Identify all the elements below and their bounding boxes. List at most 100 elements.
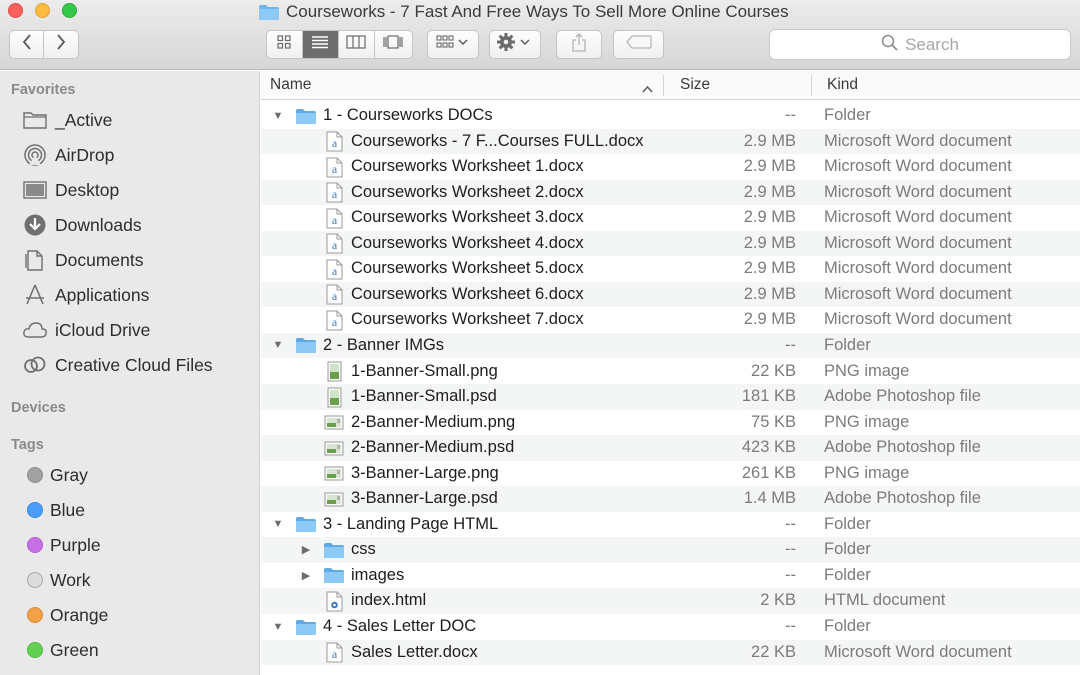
file-row[interactable]: 1-Banner-Small.psd 181 KB Adobe Photoshop … <box>261 384 1080 410</box>
sidebar-item-applications[interactable]: Applications <box>20 280 149 310</box>
file-row[interactable]: 3-Banner-Large.psd 1.4 MB Adobe Photoshop … <box>261 486 1080 512</box>
sidebar-section-favorites: Favorites <box>11 82 76 98</box>
file-kind: Microsoft Word document <box>824 642 1012 661</box>
file-name: Courseworks Worksheet 7.docx <box>351 310 584 329</box>
column-header-name[interactable]: Name <box>270 71 663 99</box>
tag-color-dot <box>27 572 43 588</box>
sidebar-item-icloud-drive[interactable]: iCloud Drive <box>20 315 150 345</box>
file-size: 261 KB <box>741 463 796 482</box>
disclosure-closed-icon[interactable]: ▶ <box>299 537 313 562</box>
disclosure-open-icon[interactable]: ▼ <box>271 512 285 537</box>
column-divider[interactable] <box>663 75 664 96</box>
file-size: 2.9 MB <box>743 233 796 252</box>
file-row[interactable]: a Courseworks Worksheet 4.docx 2.9 MB Micro… <box>261 230 1080 257</box>
file-row[interactable]: a Courseworks Worksheet 2.docx 2.9 MB Micro… <box>261 179 1080 206</box>
minimize-window-button[interactable] <box>35 3 50 18</box>
folder-row[interactable]: ▼ 4 - Sales Letter DOC -- Folder <box>261 614 1080 640</box>
cover-flow-view-button[interactable] <box>375 31 412 58</box>
column-header-kind[interactable]: Kind <box>827 71 1077 99</box>
file-name: 4 - Sales Letter DOC <box>323 617 477 635</box>
file-row[interactable]: 3-Banner-Large.png 261 KB PNG image <box>261 461 1080 487</box>
folder-icon <box>295 514 317 536</box>
sidebar-item-creative-cloud-files[interactable]: Creative Cloud Files <box>20 350 213 380</box>
sidebar-item-label: Desktop <box>55 179 120 200</box>
sidebar-tag-blue[interactable]: Blue <box>20 495 85 525</box>
maximize-window-button[interactable] <box>62 3 77 18</box>
file-row[interactable]: a Courseworks - 7 F...Courses FULL.docx 2.… <box>261 128 1080 155</box>
sidebar-item-airdrop[interactable]: AirDrop <box>20 140 114 170</box>
file-size: 22 KB <box>751 642 796 661</box>
file-row[interactable]: a Courseworks Worksheet 6.docx 2.9 MB Micro… <box>261 281 1080 308</box>
sidebar-tag-orange[interactable]: Orange <box>20 600 108 630</box>
file-kind: Folder <box>824 335 871 354</box>
svg-text:a: a <box>331 238 337 252</box>
share-button[interactable] <box>556 30 602 59</box>
column-view-button[interactable] <box>339 31 375 58</box>
folder-icon <box>295 105 317 127</box>
disclosure-open-icon[interactable]: ▼ <box>271 614 285 639</box>
edit-tags-button[interactable] <box>613 30 664 59</box>
disclosure-open-icon[interactable]: ▼ <box>271 333 285 358</box>
back-button[interactable] <box>10 31 45 58</box>
file-row[interactable]: a Courseworks Worksheet 3.docx 2.9 MB Micro… <box>261 205 1080 231</box>
image-file-icon <box>323 463 345 485</box>
file-row[interactable]: a Courseworks Worksheet 7.docx 2.9 MB Micro… <box>261 307 1080 333</box>
sidebar-item-active[interactable]: _Active <box>20 105 112 135</box>
window-toolbar: Courseworks - 7 Fast And Free Ways To Se… <box>0 0 1080 70</box>
file-row[interactable]: a Sales Letter.docx 22 KB Microsoft Word do… <box>261 639 1080 666</box>
forward-button[interactable] <box>44 31 78 58</box>
sidebar-item-desktop[interactable]: Desktop <box>20 175 119 205</box>
view-mode-selector <box>266 30 413 59</box>
sidebar-tag-gray[interactable]: Gray <box>20 460 88 490</box>
arrange-icon <box>436 35 470 54</box>
file-name: 1-Banner-Small.psd <box>351 387 497 406</box>
sidebar-item-downloads[interactable]: Downloads <box>20 210 142 240</box>
file-name: 3-Banner-Large.png <box>351 463 499 482</box>
icon-view-button[interactable] <box>267 31 303 58</box>
folder-row[interactable]: ▶ css -- Folder <box>261 537 1080 563</box>
file-row[interactable]: 2-Banner-Medium.png 75 KB PNG image <box>261 410 1080 436</box>
folder-row[interactable]: ▼ 1 - Courseworks DOCs -- Folder <box>261 103 1080 129</box>
file-row[interactable]: 1-Banner-Small.png 22 KB PNG image <box>261 359 1080 385</box>
file-kind: Folder <box>824 617 871 635</box>
close-window-button[interactable] <box>8 3 23 18</box>
file-name: images <box>351 565 405 584</box>
sidebar-tag-purple[interactable]: Purple <box>20 530 101 560</box>
disclosure-closed-icon[interactable]: ▶ <box>299 563 313 588</box>
disclosure-open-icon[interactable]: ▼ <box>271 103 285 128</box>
folder-icon <box>295 335 317 357</box>
word-document-icon: a <box>323 258 345 280</box>
file-row[interactable]: index.html 2 KB HTML document <box>261 588 1080 614</box>
column-divider[interactable] <box>811 75 812 96</box>
sidebar-item-documents[interactable]: Documents <box>20 245 144 275</box>
word-document-icon: a <box>323 284 345 306</box>
file-size: -- <box>785 335 796 354</box>
file-row[interactable]: a Courseworks Worksheet 5.docx 2.9 MB Micro… <box>261 256 1080 282</box>
list-view-button[interactable] <box>302 31 340 58</box>
gear-icon <box>497 33 533 56</box>
arrange-button[interactable] <box>427 30 479 59</box>
sidebar: Favorites _Active AirDrop Desktop Downlo… <box>0 71 260 675</box>
file-kind: Folder <box>824 106 871 124</box>
window-title-text: Courseworks - 7 Fast And Free Ways To Se… <box>286 2 789 21</box>
search-field[interactable]: Search <box>769 29 1071 60</box>
action-menu-button[interactable] <box>489 30 541 59</box>
sidebar-tag-work[interactable]: Work <box>20 565 91 595</box>
folder-row[interactable]: ▼ 2 - Banner IMGs -- Folder <box>261 332 1080 359</box>
file-name: Courseworks Worksheet 3.docx <box>351 208 584 227</box>
column-header-label: Kind <box>827 76 859 93</box>
column-header-size[interactable]: Size <box>680 71 810 99</box>
file-kind: Microsoft Word document <box>824 182 1012 201</box>
file-size: -- <box>785 106 796 124</box>
folder-icon <box>258 4 280 21</box>
svg-text:a: a <box>331 136 337 150</box>
file-kind: PNG image <box>824 463 910 482</box>
word-document-icon: a <box>323 156 345 178</box>
folder-row[interactable]: ▼ 3 - Landing Page HTML -- Folder <box>261 512 1080 538</box>
file-row[interactable]: a Courseworks Worksheet 1.docx 2.9 MB Micro… <box>261 154 1080 180</box>
folder-row[interactable]: ▶ images -- Folder <box>261 563 1080 589</box>
image-file-icon <box>323 386 345 408</box>
file-row[interactable]: 2-Banner-Medium.psd 423 KB Adobe Photoshop… <box>261 435 1080 461</box>
sidebar-tag-green[interactable]: Green <box>20 635 99 665</box>
file-name: 2-Banner-Medium.png <box>351 412 516 431</box>
